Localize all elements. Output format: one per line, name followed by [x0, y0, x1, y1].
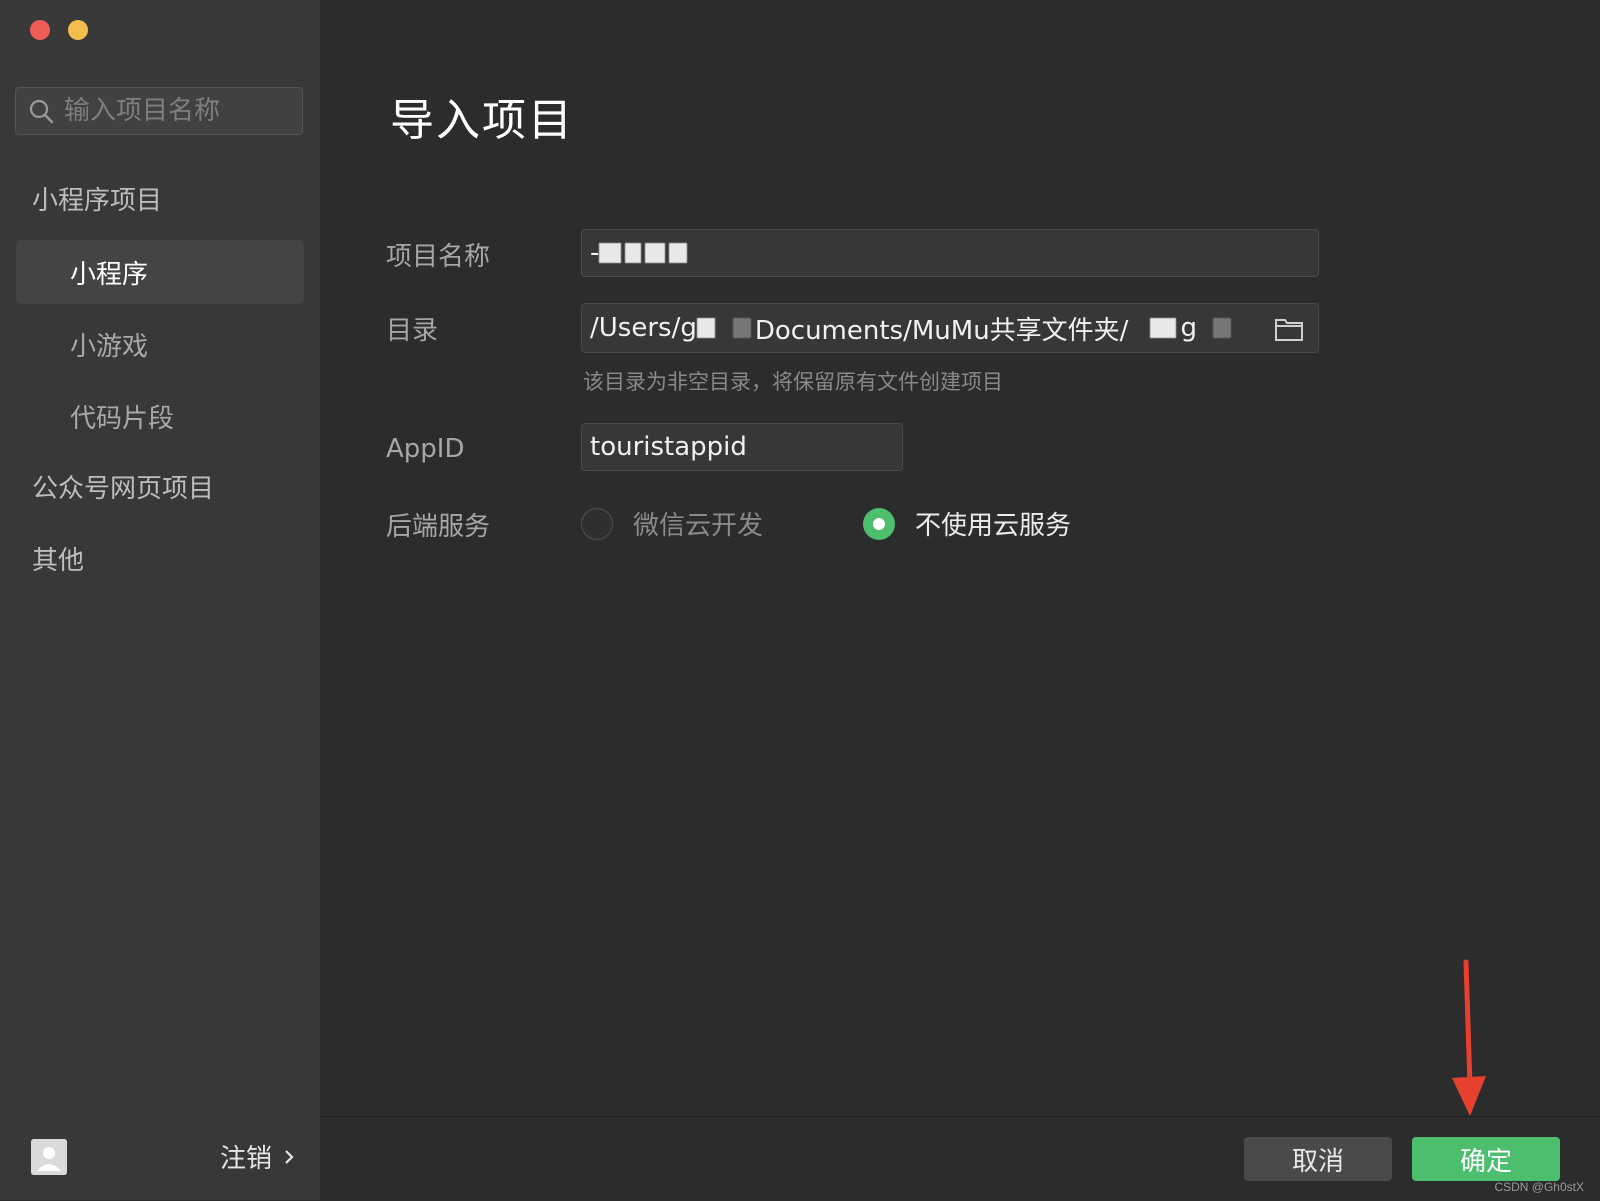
user-avatar-icon[interactable]: [31, 1139, 67, 1175]
directory-value-middle: Documents/MuMu共享文件夹/: [754, 315, 1129, 346]
sidebar-item-code-snippet[interactable]: 代码片段: [16, 384, 304, 448]
radio-button-unselected[interactable]: [581, 507, 613, 540]
directory-value-prefix: /Users/g: [590, 313, 697, 343]
import-project-window: 小程序项目 小程序 小游戏 代码片段 公众号网页项目 其他 注销: [0, 0, 1600, 1201]
directory-field[interactable]: /Users/g Documents/MuMu共享文件夹/ g: [581, 303, 1319, 353]
page-title: 导入项目: [390, 95, 574, 146]
backend-service-label: 后端服务: [386, 512, 491, 542]
sidebar-item-label: 小程序: [70, 259, 149, 290]
redacted-text: [696, 318, 715, 338]
folder-icon[interactable]: [1274, 316, 1304, 342]
redacted-text: [1212, 318, 1231, 338]
cancel-button[interactable]: 取消: [1244, 1137, 1392, 1181]
nav-group-other[interactable]: 其他: [32, 540, 84, 577]
radio-option-wechat-cloud[interactable]: 微信云开发: [581, 505, 763, 542]
nav-group-official-account-web[interactable]: 公众号网页项目: [32, 468, 214, 505]
appid-field[interactable]: touristappid: [581, 423, 903, 471]
sidebar-item-miniprogram[interactable]: 小程序: [16, 240, 304, 304]
directory-label: 目录: [386, 316, 439, 346]
main-panel: 导入项目 项目名称 - 目录 /Users/g Documents/MuMu共享…: [320, 0, 1600, 1200]
project-name-label: 项目名称: [386, 242, 491, 272]
sidebar: 小程序项目 小程序 小游戏 代码片段 公众号网页项目 其他 注销: [0, 0, 320, 1200]
project-name-value: -: [590, 238, 600, 268]
minimize-window-button[interactable]: [68, 20, 88, 40]
radio-button-selected[interactable]: [863, 507, 896, 540]
directory-hint: 该目录为非空目录，将保留原有文件创建项目: [583, 370, 1003, 394]
directory-value-suffix: g: [1180, 313, 1197, 343]
redacted-text: [732, 318, 751, 338]
radio-label: 微信云开发: [633, 511, 764, 541]
dialog-footer: 取消 确定: [320, 1116, 1600, 1201]
search-icon: [29, 99, 54, 124]
redacted-text: [669, 243, 688, 263]
project-name-field[interactable]: -: [581, 229, 1319, 277]
window-controls: [30, 20, 88, 40]
backend-service-options: 微信云开发 不使用云服务: [581, 505, 1071, 542]
confirm-button[interactable]: 确定: [1412, 1137, 1560, 1181]
annotation-arrow-icon: [1452, 959, 1486, 1116]
user-bar: 注销: [0, 1110, 320, 1200]
redacted-text: [625, 243, 642, 263]
logout-label: 注销: [220, 1144, 273, 1174]
radio-label: 不使用云服务: [915, 511, 1072, 541]
nav-group-miniprogram[interactable]: 小程序项目: [32, 180, 162, 217]
sidebar-item-label: 代码片段: [70, 403, 175, 434]
radio-option-no-cloud[interactable]: 不使用云服务: [863, 505, 1071, 542]
sidebar-item-minigame[interactable]: 小游戏: [16, 312, 304, 376]
redacted-text: [645, 243, 666, 263]
chevron-right-icon: [285, 1149, 294, 1164]
redacted-text: [1150, 318, 1177, 338]
close-window-button[interactable]: [30, 20, 50, 40]
watermark: CSDN @Gh0stX: [1494, 1180, 1584, 1194]
logout-button[interactable]: 注销: [220, 1138, 294, 1175]
redacted-text: [599, 243, 622, 263]
sidebar-item-label: 小游戏: [70, 331, 149, 362]
search-input[interactable]: [62, 95, 286, 127]
project-search-box[interactable]: [15, 87, 303, 135]
appid-value: touristappid: [590, 432, 747, 462]
appid-label: AppID: [386, 434, 465, 464]
